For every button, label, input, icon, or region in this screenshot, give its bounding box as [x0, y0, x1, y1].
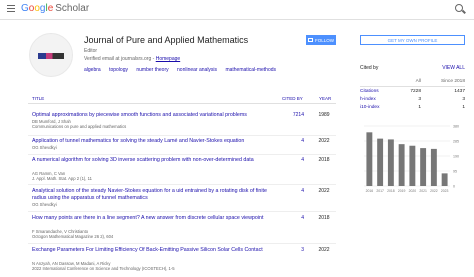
cited-by-count[interactable]: 4 — [276, 188, 304, 194]
chart-y-tick-label: 285 — [453, 140, 459, 144]
homepage-link[interactable]: Homepage — [156, 56, 180, 62]
logo-letter: G — [21, 3, 29, 14]
metric-label[interactable]: i10-index — [360, 105, 379, 110]
citations-per-year-chart: 380 285 190 95 0 2016 2017 2018 2019 2020 2021 2022… — [360, 122, 465, 197]
year-column-header[interactable]: YEAR — [319, 96, 331, 101]
chart-bar[interactable] — [377, 138, 384, 186]
cited-by-column-header[interactable]: CITED BY — [282, 96, 303, 101]
metric-since-value: 1437 — [454, 89, 465, 94]
logo-letter: e — [47, 3, 54, 14]
table-row: Application of tunnel mathematics for so… — [28, 138, 336, 155]
chart-bar[interactable] — [387, 139, 394, 186]
article-authors: OG Shevdkyi — [32, 145, 57, 150]
title-column-header[interactable]: TITLE — [32, 96, 44, 101]
chart-x-tick-label: 2019 — [398, 189, 406, 193]
table-row: How many points are there in a line segm… — [28, 215, 336, 244]
metric-label[interactable]: h-index — [360, 97, 376, 102]
article-authors: OG Shevdkyi — [32, 202, 57, 207]
cited-by-count[interactable]: 4 — [276, 138, 304, 144]
article-venue: Octogon Mathematical Magazine 26 2), 604 — [32, 234, 114, 239]
metric-all-value: 1 — [418, 105, 421, 110]
metric-row: i10-index 1 1 — [360, 105, 465, 113]
menu-icon[interactable] — [7, 5, 15, 12]
search-icon[interactable] — [455, 4, 463, 12]
chart-svg: 380 285 190 95 0 2016 2017 2018 2019 2020 2021 2022… — [364, 125, 459, 193]
chart-bar[interactable] — [398, 144, 405, 186]
cited-by-count[interactable]: 3 — [276, 247, 304, 253]
article-year: 2022 — [318, 247, 330, 253]
chart-x-tick-label: 2018 — [387, 189, 395, 193]
article-year: 2022 — [318, 138, 330, 144]
metric-since-value: 3 — [462, 97, 465, 102]
interest-link[interactable]: mathematical-methods — [225, 67, 276, 73]
chart-y-tick-label: 190 — [453, 155, 459, 159]
view-all-link[interactable]: VIEW ALL — [442, 65, 465, 71]
table-row: Optimal approximations by piecewise smoo… — [28, 112, 336, 136]
follow-button[interactable]: FOLLOW — [306, 35, 336, 45]
cited-by-count[interactable]: 7214 — [276, 112, 304, 118]
article-venue: J. Appl. Math. Stat. App 2 (1), 11 — [32, 176, 92, 181]
chart-bar[interactable] — [441, 173, 448, 186]
chart-y-tick-label: 0 — [453, 185, 455, 189]
logo-suffix: Scholar — [55, 3, 90, 14]
google-scholar-logo[interactable]: Google Scholar — [21, 3, 89, 14]
article-title-link[interactable]: A numerical algorithm for solving 3D inv… — [32, 157, 272, 164]
envelope-icon — [307, 38, 313, 42]
chart-x-tick-label: 2021 — [419, 189, 427, 193]
article-year: 2022 — [318, 188, 330, 194]
chart-x-tick-label: 2017 — [376, 189, 384, 193]
metric-label[interactable]: Citations — [360, 89, 379, 94]
profile-name: Journal of Pure and Applied Mathematics — [84, 35, 249, 45]
metric-all-value: 3 — [418, 97, 421, 102]
interest-link[interactable]: topology — [109, 67, 128, 73]
all-column-header: All — [415, 79, 421, 84]
journal-logo-image — [38, 53, 64, 59]
interest-link[interactable]: algebra — [84, 67, 101, 73]
interest-link[interactable]: nonlinear analysis — [177, 67, 217, 73]
table-header: TITLE CITED BY YEAR — [28, 94, 336, 104]
article-year: 2018 — [318, 215, 330, 221]
table-row: Analytical solution of the steady Navier… — [28, 188, 336, 212]
avatar — [29, 33, 73, 77]
article-title-link[interactable]: Analytical solution of the steady Navier… — [32, 188, 272, 201]
article-title-link[interactable]: Exchange Parameters For Limiting Efficie… — [32, 247, 272, 254]
since-column-header: Since 2018 — [440, 79, 465, 84]
article-title-link[interactable]: How many points are there in a line segm… — [32, 215, 272, 222]
article-title-link[interactable]: Application of tunnel mathematics for so… — [32, 138, 272, 145]
cited-by-count[interactable]: 4 — [276, 157, 304, 163]
metric-all-value: 7228 — [410, 89, 421, 94]
article-title-link[interactable]: Optimal approximations by piecewise smoo… — [32, 112, 272, 119]
profile-email: Verified email at journalsrs.org - Homep… — [84, 56, 180, 62]
article-year: 1989 — [318, 112, 330, 118]
chart-x-tick-label: 2023 — [441, 189, 449, 193]
chart-x-tick-label: 2022 — [430, 189, 438, 193]
profile-role: Editor — [84, 48, 98, 54]
chart-bar[interactable] — [366, 132, 373, 186]
cited-by-count[interactable]: 4 — [276, 215, 304, 221]
chart-bar[interactable] — [409, 145, 416, 186]
email-text: Verified email at journalsrs.org — [84, 56, 152, 62]
article-venue: 2022 International Conference on Science… — [32, 266, 175, 271]
top-bar: Google Scholar — [0, 0, 474, 20]
chart-x-tick-label: 2016 — [366, 189, 374, 193]
follow-label: FOLLOW — [314, 37, 334, 43]
metric-since-value: 1 — [462, 105, 465, 110]
table-row: A numerical algorithm for solving 3D inv… — [28, 157, 336, 185]
get-my-own-profile-button[interactable]: GET MY OWN PROFILE — [360, 35, 465, 45]
chart-bar[interactable] — [430, 148, 437, 186]
table-row: Exchange Parameters For Limiting Efficie… — [28, 247, 336, 277]
divider — [360, 86, 465, 87]
interest-link[interactable]: number theory — [136, 67, 168, 73]
cited-by-label: Cited by — [360, 65, 379, 71]
metric-row: h-index 3 3 — [360, 97, 465, 105]
chart-y-tick-label: 95 — [453, 170, 457, 174]
interests-list: algebra topology number theory nonlinear… — [84, 67, 283, 73]
article-venue: Communications on pure and applied mathe… — [32, 124, 127, 129]
metric-row: Citations 7228 1437 — [360, 89, 465, 97]
article-year: 2018 — [318, 157, 330, 163]
chart-bar[interactable] — [420, 148, 427, 186]
chart-x-tick-label: 2020 — [409, 189, 417, 193]
chart-y-tick-label: 380 — [453, 125, 459, 129]
